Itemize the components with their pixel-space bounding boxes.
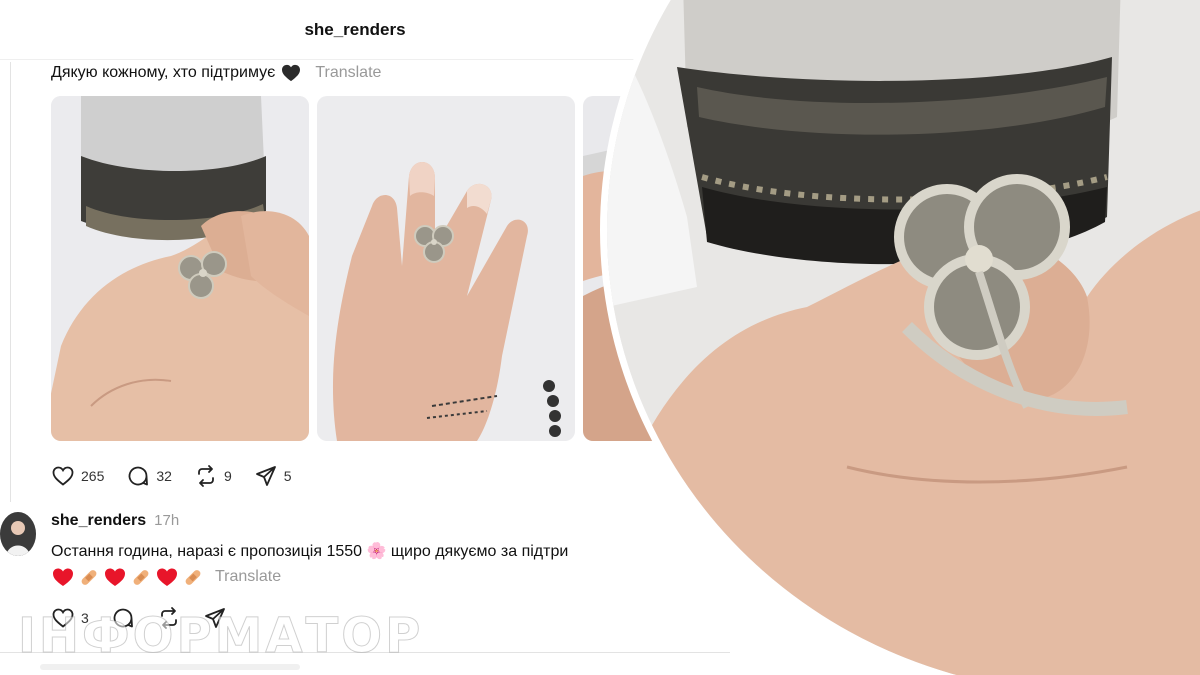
page: she_renders Дякую кожному, хто підтримує…	[0, 0, 1200, 675]
post-image-2[interactable]	[317, 96, 575, 441]
post-image-1[interactable]	[51, 96, 309, 441]
watermark-logo: ІНФОРМАТОР	[17, 608, 424, 665]
heart-icon	[52, 466, 74, 486]
post-header-2: she_renders 17h	[51, 512, 179, 530]
black-heart-emoji	[282, 64, 301, 82]
next-post-peek	[40, 664, 300, 670]
post-text: Дякую кожному, хто підтримує	[51, 64, 276, 81]
top-bar: she_renders	[0, 0, 730, 60]
image-carousel[interactable]	[51, 96, 691, 441]
repost-icon	[198, 465, 214, 487]
red-heart-emoji	[157, 568, 177, 586]
share-icon	[255, 466, 276, 486]
translate-link-2[interactable]: Translate	[215, 568, 281, 586]
comment-count: 32	[156, 468, 172, 484]
timestamp: 17h	[154, 512, 180, 529]
repost-button[interactable]: 9	[194, 464, 232, 488]
like-button[interactable]: 265	[51, 464, 104, 488]
post-actions-1: 265 32 9 5	[51, 464, 292, 488]
post-text-2: Остання година, наразі є пропозиція 1550…	[51, 543, 569, 560]
username[interactable]: she_renders	[51, 512, 146, 530]
red-heart-emoji	[53, 568, 73, 586]
profile-title[interactable]: she_renders	[304, 20, 405, 40]
bandage-emoji	[185, 570, 201, 585]
bandage-emoji	[81, 570, 97, 585]
like-count: 265	[81, 468, 105, 484]
post-text-1: Дякую кожному, хто підтримує Translate	[51, 64, 381, 82]
thread-line	[10, 62, 11, 502]
translate-link[interactable]: Translate	[315, 64, 381, 82]
share-button[interactable]: 5	[254, 464, 292, 488]
avatar[interactable]	[0, 512, 36, 556]
bandage-emoji	[133, 570, 149, 585]
share-count: 5	[283, 468, 292, 484]
red-heart-emoji	[105, 568, 125, 586]
comment-button[interactable]: 32	[126, 464, 172, 488]
comment-icon	[128, 466, 149, 486]
emoji-row: Translate	[51, 566, 281, 588]
repost-count: 9	[223, 468, 232, 484]
